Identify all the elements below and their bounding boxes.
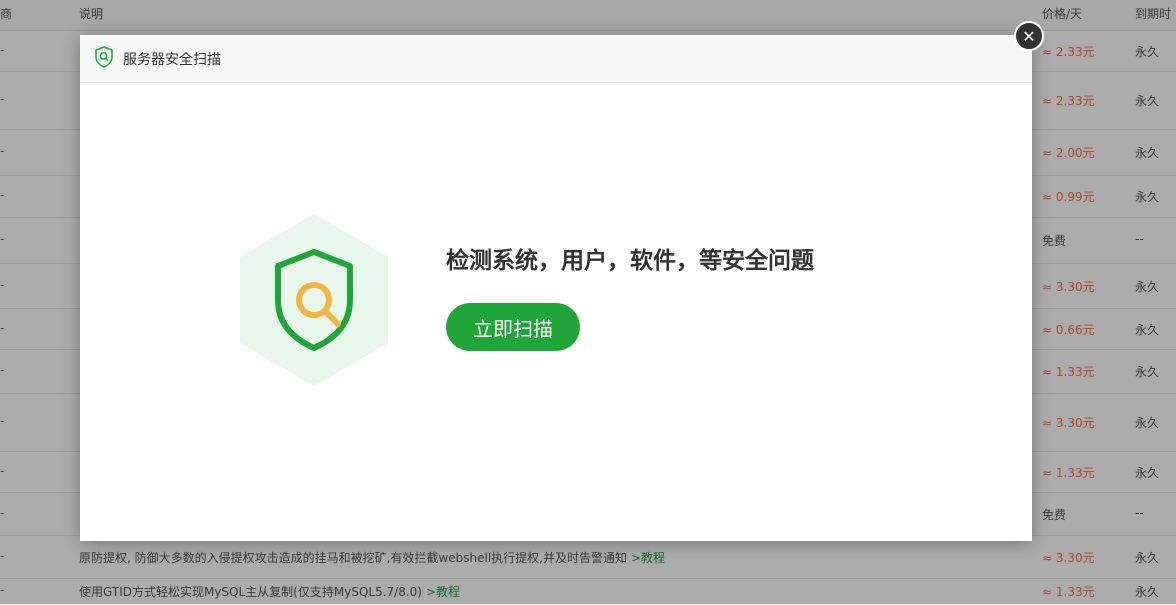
security-scan-icon [240, 214, 388, 386]
shield-search-icon [95, 46, 113, 68]
scan-now-button[interactable]: 立即扫描 [446, 303, 580, 351]
security-scan-modal: 服务器安全扫描 检测系统，用户，软件，等安全问题 立即扫描 [80, 35, 1032, 541]
scan-headline: 检测系统，用户，软件，等安全问题 [446, 248, 814, 274]
modal-title: 服务器安全扫描 [123, 52, 221, 68]
close-icon[interactable]: ✕ [1014, 21, 1044, 51]
modal-header: 服务器安全扫描 [80, 35, 1032, 83]
